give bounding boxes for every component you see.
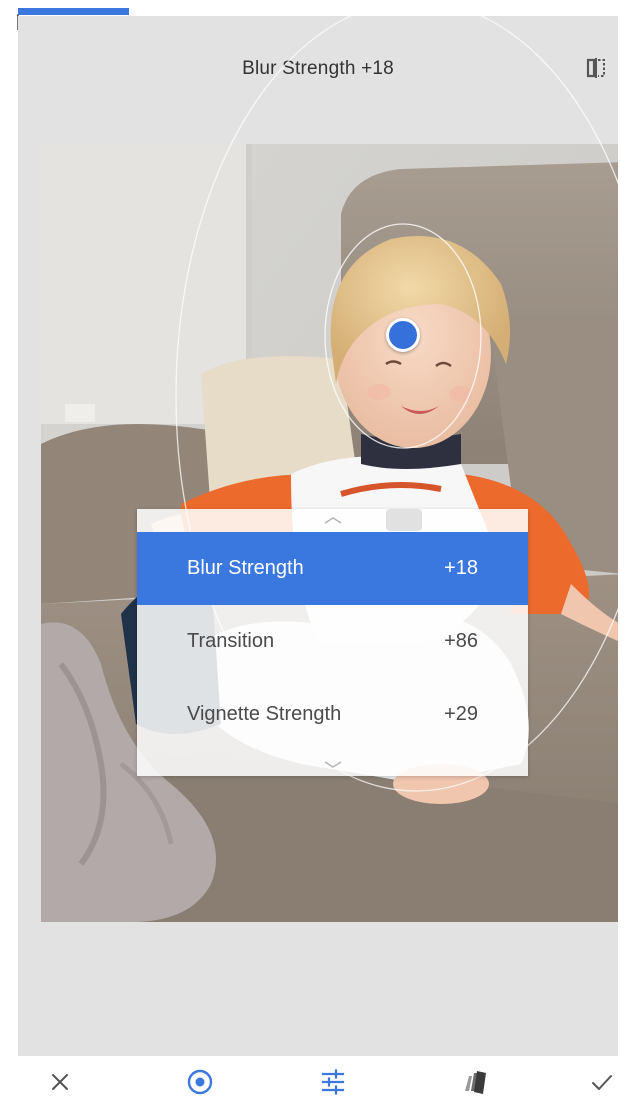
tune-sliders-icon xyxy=(321,1069,345,1095)
style-cards-icon xyxy=(465,1071,486,1094)
compare-button[interactable] xyxy=(578,52,614,84)
target-icon xyxy=(187,1069,213,1095)
adjust-tool-button[interactable] xyxy=(311,1060,355,1104)
scroll-up-button[interactable] xyxy=(137,509,528,531)
editing-canvas[interactable]: Blur Strength +18 Blur Strength +18 Tran… xyxy=(18,16,618,1056)
lens-blur-editor: Blur Strength +18 Blur Strength +18 Tran… xyxy=(0,0,636,1111)
menu-item-value: +18 xyxy=(444,557,478,579)
apply-button[interactable] xyxy=(580,1060,624,1104)
compare-icon xyxy=(586,58,605,78)
menu-item-vignette-strength[interactable]: Vignette Strength +29 xyxy=(137,678,528,751)
parameter-menu: Blur Strength +18 Transition +86 Vignett… xyxy=(137,509,528,776)
bottom-toolbar xyxy=(0,1056,636,1111)
menu-item-blur-strength[interactable]: Blur Strength +18 xyxy=(137,532,528,605)
close-icon xyxy=(52,1074,68,1090)
menu-item-value: +86 xyxy=(444,630,478,652)
chevron-down-icon xyxy=(324,761,341,768)
focus-center-handle[interactable] xyxy=(386,318,420,352)
focus-tool-button[interactable] xyxy=(178,1060,222,1104)
page-title: Blur Strength +18 xyxy=(242,58,394,79)
cancel-button[interactable] xyxy=(38,1060,82,1104)
chevron-up-icon xyxy=(324,517,341,524)
menu-item-label: Transition xyxy=(187,630,275,652)
menu-item-label: Blur Strength xyxy=(187,557,304,579)
styles-tool-button[interactable] xyxy=(452,1060,496,1104)
top-progress-tab xyxy=(18,8,129,15)
scroll-down-button[interactable] xyxy=(137,754,528,776)
menu-item-transition[interactable]: Transition +86 xyxy=(137,605,528,678)
menu-item-label: Vignette Strength xyxy=(187,703,342,725)
menu-item-value: +29 xyxy=(444,703,478,725)
check-icon xyxy=(592,1075,612,1090)
